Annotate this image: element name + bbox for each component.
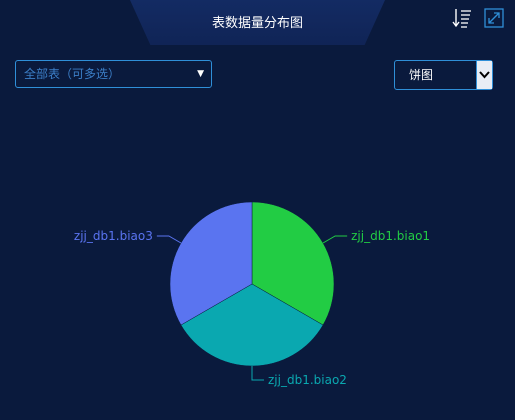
chevron-down-icon[interactable] (476, 61, 492, 89)
pie-slice-label: zjj_db1.biao2 (268, 373, 347, 387)
expand-icon[interactable] (484, 8, 504, 28)
pie-leader-line (156, 235, 182, 244)
pie-slice-label: zjj_db1.biao3 (74, 229, 153, 243)
sort-descending-icon[interactable] (452, 8, 472, 28)
chart-type-select-value: 饼图 (409, 68, 434, 82)
pie-leader-line (322, 235, 348, 244)
table-select-value: 全部表（可多选） (24, 67, 121, 81)
table-select[interactable]: 全部表（可多选） ▼ (15, 60, 212, 88)
chart-panel: 表数据量分布图 全部表（可多选） ▼ 饼图 zjj_db1.biao1 zjj_… (0, 0, 515, 420)
caret-down-icon: ▼ (197, 69, 204, 79)
pie-slice-label: zjj_db1.biao1 (351, 229, 430, 243)
panel-title: 表数据量分布图 (211, 16, 303, 31)
pie-chart: zjj_db1.biao1 zjj_db1.biao2 zjj_db1.biao3 (74, 201, 430, 387)
pie-leader-line (251, 366, 264, 381)
chart-type-select[interactable]: 饼图 (394, 60, 493, 90)
